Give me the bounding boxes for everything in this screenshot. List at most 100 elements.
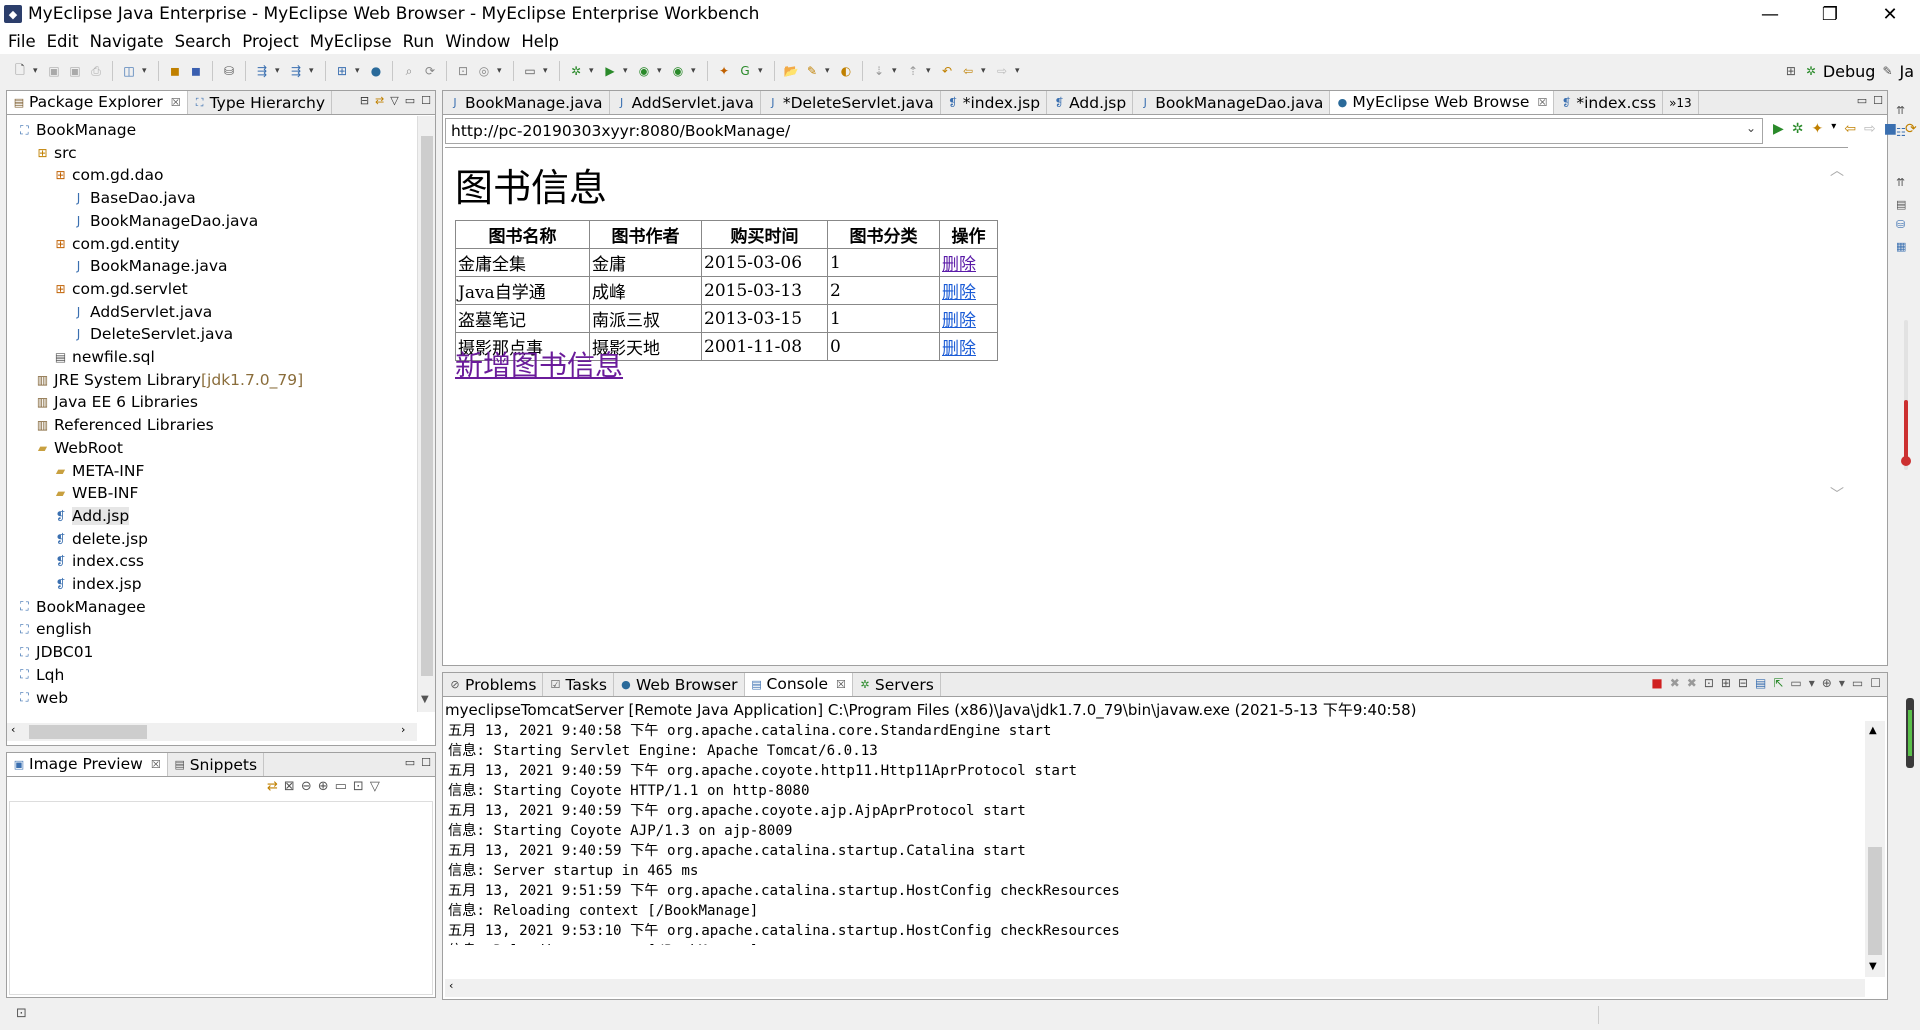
web-services-icon[interactable]: ◎ [476,63,492,79]
view-menu-icon[interactable]: ▽ [370,779,380,794]
tree-item[interactable]: ⛶ JDBC01 [17,641,93,663]
open-folder-icon[interactable]: 📂 [783,63,799,79]
editor-tab[interactable]: ❡ Add.jsp [1047,91,1134,114]
close-tab-icon[interactable]: ☒ [1537,96,1547,109]
pen-icon[interactable]: ✎ [804,63,820,79]
refresh-icon[interactable]: ⟳ [422,63,438,79]
new-class-dropdown-icon[interactable]: ▾ [758,63,766,79]
go-icon[interactable]: ▶ [1773,121,1784,137]
tree-item[interactable]: ⊞ com.gd.servlet [53,278,187,300]
maximize-view-icon[interactable]: ☐ [1873,94,1883,107]
print-icon[interactable]: ⎙ [88,63,104,79]
debug-dropdown-icon[interactable]: ▾ [589,63,597,79]
tab-package-explorer[interactable]: ▤ Package Explorer ☒ [7,91,188,114]
fast-view-icon[interactable]: ⊡ [16,1006,27,1021]
globe-icon[interactable]: ● [368,63,384,79]
close-tab-icon[interactable]: ☒ [151,758,161,771]
new-project-dropdown-icon[interactable]: ▾ [142,63,150,79]
terminal-icon[interactable]: ▭ [522,63,538,79]
tree-item[interactable]: ⛶ BookManage [17,119,136,141]
restore-icon[interactable]: ⇈ [1896,176,1905,189]
open-console-icon[interactable]: ⊕ [1822,676,1832,690]
remove-launch-icon[interactable]: ✖ [1670,676,1680,690]
clear-console-icon[interactable]: ⊡ [1704,676,1714,690]
run-server-icon[interactable]: ⇶ [288,63,304,79]
new-dropdown-icon[interactable]: ▾ [33,63,41,79]
zoom-in-icon[interactable]: ⊕ [318,779,329,794]
tab-image-preview[interactable]: ▣ Image Preview ☒ [7,753,168,776]
bottom-tab[interactable]: ☑ Tasks [543,673,614,696]
zoom-out-icon[interactable]: ⊖ [301,779,312,794]
menu-myeclipse[interactable]: MyEclipse [310,32,392,51]
deploy-icon[interactable]: ⇶ [254,63,270,79]
bottom-tab[interactable]: ⊘ Problems [443,673,544,696]
tree-item[interactable]: ⛶ english [17,618,91,640]
tree-item[interactable]: ▰ WebRoot [35,437,123,459]
scroll-left-icon[interactable]: ‹ [449,979,453,992]
menu-run[interactable]: Run [403,32,435,51]
remove-all-icon[interactable]: ✖ [1687,676,1697,690]
pen-dropdown-icon[interactable]: ▾ [825,63,833,79]
tools-icon[interactable]: ✦ [1812,121,1824,137]
fit-window-icon[interactable]: ⊡ [353,779,364,794]
prev-annotation-dropdown-icon[interactable]: ▾ [926,63,934,79]
tree-item[interactable]: ▥ JRE System Library [jdk1.7.0_79] [35,369,303,391]
tree-item[interactable]: ❡ index.css [53,550,144,572]
link-editor-icon[interactable]: ⇄ [375,94,384,107]
tree-item[interactable]: J BookManage.java [71,255,228,277]
scroll-left-icon[interactable]: ‹ [11,723,15,736]
web-services-dropdown-icon[interactable]: ▾ [497,63,505,79]
scroll-up-icon[interactable]: ▲ [1869,725,1877,736]
open-perspective-icon[interactable]: ⊞ [1783,63,1799,79]
tree-horizontal-scrollbar[interactable]: ‹ › [7,723,417,741]
add-book-link[interactable]: 新增图书信息 [455,344,623,384]
pin-console-icon[interactable]: ⇱ [1773,676,1783,690]
tree-item[interactable]: ❡ delete.jsp [53,528,148,550]
bookmarks-icon[interactable]: ▦ [1896,240,1906,253]
scrollbar-thumb[interactable] [421,136,433,676]
display-dropdown-icon[interactable]: ▾ [1809,676,1815,690]
scroll-down-icon[interactable]: ▼ [421,694,429,705]
scroll-right-icon[interactable]: › [401,723,405,736]
minimize-view-icon[interactable]: ▭ [1857,94,1867,107]
menu-project[interactable]: Project [242,32,298,51]
memory-icon[interactable]: ⛁ [1896,218,1905,231]
terminal-dropdown-icon[interactable]: ▾ [543,63,551,79]
properties-icon[interactable]: ▤ [1896,198,1906,211]
restore-icon[interactable]: ❐ [1800,0,1860,28]
view-menu-icon[interactable]: ▽ [390,94,398,107]
bottom-tab[interactable]: ▤ Console ☒ [744,673,853,696]
perspective-debug[interactable]: Debug [1823,62,1876,81]
bottom-tab[interactable]: ✲ Servers [853,673,941,696]
tree-item[interactable]: ▰ WEB-INF [53,482,139,504]
tab-snippets[interactable]: ▤ Snippets [168,753,265,776]
tree-item[interactable]: ▰ META-INF [53,460,145,482]
tree-vertical-scrollbar[interactable]: ▼ [417,116,435,712]
scroll-up-icon[interactable]: ︿ [1830,160,1844,180]
new-wizard-icon[interactable]: ⊡ [455,63,471,79]
forward-icon[interactable]: ⇨ [994,63,1010,79]
highlight-icon[interactable]: ◐ [838,63,854,79]
maximize-view-icon[interactable]: ☐ [1870,676,1881,690]
restore-icon[interactable]: ⇈ [1896,104,1905,117]
open-perspective-dropdown-icon[interactable]: ▾ [355,63,363,79]
delete-link[interactable]: 删除 [942,283,976,303]
scroll-down-icon[interactable]: ﹀ [1830,484,1844,504]
run-icon[interactable]: ▶ [602,63,618,79]
debug-perspective-icon[interactable]: ✲ [1803,63,1819,79]
minimize-view-icon[interactable]: ▭ [1852,676,1863,690]
tools-dropdown-icon[interactable]: ▾ [1831,121,1836,137]
save-all-icon[interactable]: ▣ [67,63,83,79]
tree-item[interactable]: ⊞ src [35,142,76,164]
debug-icon[interactable]: ✲ [568,63,584,79]
tab-type-hierarchy[interactable]: ⛶ Type Hierarchy [188,91,333,114]
run-server-dropdown-icon[interactable]: ▾ [309,63,317,79]
open-perspective-icon[interactable]: ⊞ [334,63,350,79]
editor-tab[interactable]: ❡ *index.jsp [941,91,1048,114]
open-type-icon[interactable]: ◼ [167,63,183,79]
outline-icon[interactable]: ☷ [1896,126,1906,139]
tree-item[interactable]: ⛶ Lqh [17,664,64,686]
delete-link[interactable]: 删除 [942,311,976,331]
delete-link[interactable]: 删除 [942,255,976,275]
word-wrap-icon[interactable]: ⊟ [1738,676,1748,690]
